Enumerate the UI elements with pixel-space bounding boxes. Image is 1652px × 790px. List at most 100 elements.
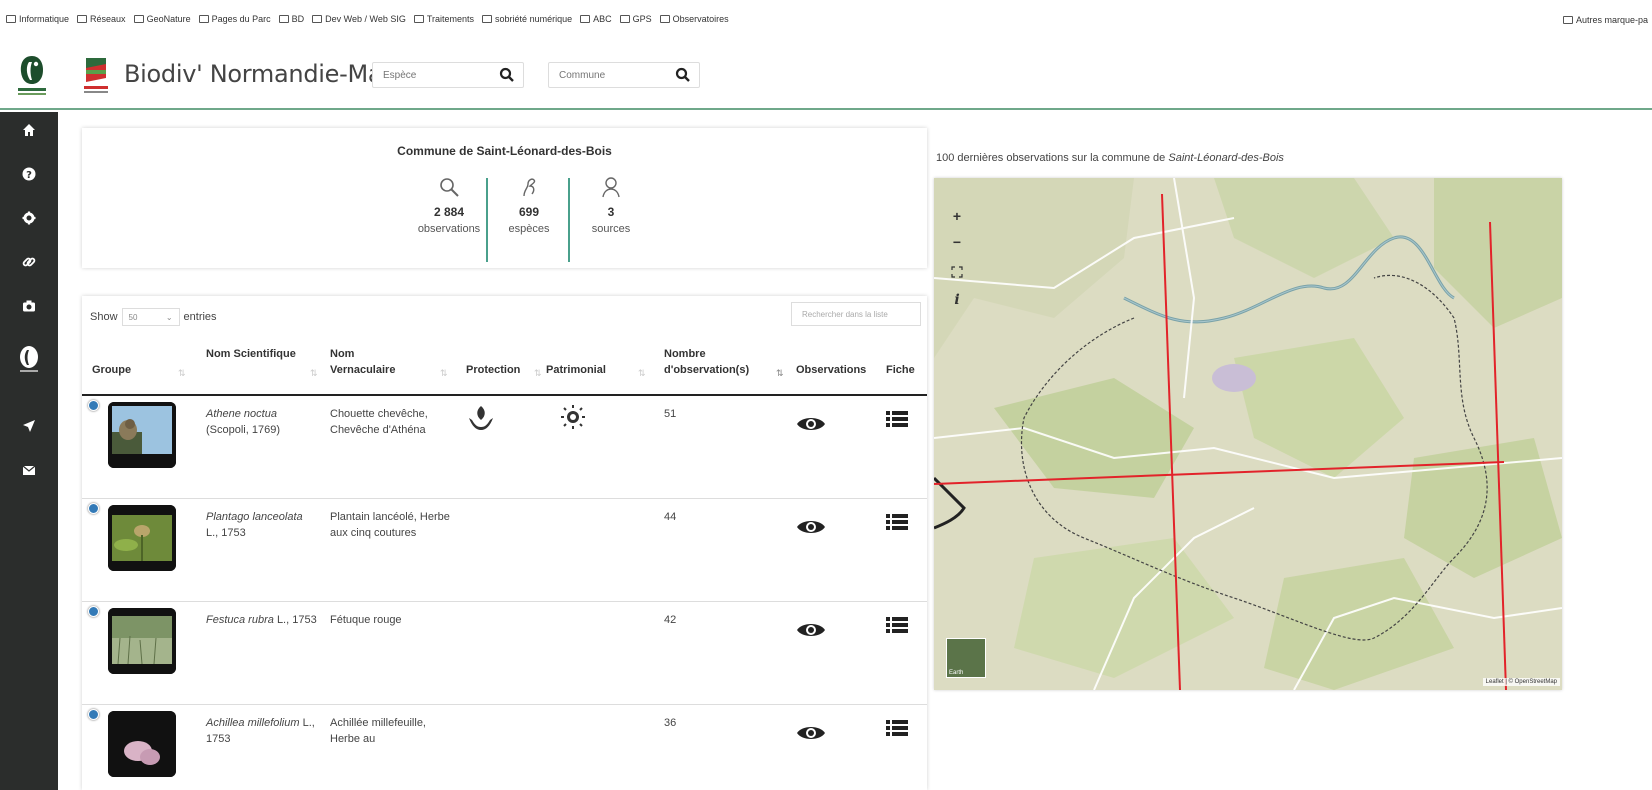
col-header-nom-vernaculaire[interactable]: Nom Vernaculaire [330,346,400,378]
col-header-patrimonial[interactable]: Patrimonial [546,362,606,378]
commune-search-input[interactable] [559,69,659,81]
table-filter-input[interactable]: Rechercher dans la liste [791,302,921,326]
sidebar-send[interactable] [0,408,58,444]
table-row: Athene noctua (Scopoli, 1769) Chouette ch… [82,396,927,499]
species-photo[interactable] [108,505,176,571]
bookmark-observatoires[interactable]: Observatoires [659,14,729,24]
sidebar-settings[interactable] [0,200,58,236]
sort-icon[interactable]: ⇅ [178,368,186,379]
search-icon[interactable] [499,67,515,83]
home-icon [23,124,35,136]
bookmark-other[interactable]: Autres marque-pa [1562,15,1648,25]
expand-row-icon[interactable] [88,709,99,720]
eye-icon[interactable] [796,414,826,434]
list-icon[interactable] [886,616,908,638]
folder-icon [312,15,323,23]
sidebar-contact[interactable] [0,452,58,488]
fullscreen-button[interactable] [944,260,970,284]
species-search-input[interactable] [383,69,483,81]
eye-icon[interactable] [796,723,826,743]
commune-search-field[interactable] [548,62,700,88]
vernacular-name: Chouette chevêche, Chevêche d'Athéna [330,408,428,436]
bookmark-traitements[interactable]: Traitements [413,14,474,24]
info-button[interactable]: i [944,288,970,312]
link-icon [22,257,36,267]
bookmark-gps[interactable]: GPS [619,14,652,24]
sort-icon[interactable]: ⇅ [534,368,542,379]
magnifier-icon [440,178,459,197]
bookmark-abc[interactable]: ABC [580,14,612,24]
sort-icon[interactable]: ⇅ [638,368,646,379]
species-photo[interactable] [108,608,176,674]
user-icon [602,177,620,198]
basemap-toggle-button[interactable]: Earth [946,638,986,678]
scientific-name-text: Athene noctua [206,408,277,420]
sort-icon[interactable]: ⇅ [440,368,448,379]
species-search-field[interactable] [372,62,524,88]
sort-icon[interactable]: ⇅ [310,368,318,379]
list-icon[interactable] [886,410,908,432]
species-photo[interactable] [108,711,176,777]
bookmark-reseaux[interactable]: Réseaux [77,14,126,24]
page-length-select[interactable]: 50 ⌄ [121,308,180,326]
bookmarks-bar: Informatique Réseaux GeoNature Pages du … [0,0,1652,38]
stat-sources: 3 sources [568,176,654,235]
sidebar-photos[interactable] [0,288,58,324]
sidebar-help[interactable]: ? [0,156,58,192]
sidebar-links[interactable] [0,244,58,280]
col-header-nom-scientifique[interactable]: Nom Scientifique [206,346,306,362]
folder-icon [1562,16,1573,24]
map-title: 100 dernières observations sur la commun… [936,152,1284,164]
bookmark-dev-web[interactable]: Dev Web / Web SIG [312,14,406,24]
species-icon [523,178,536,197]
scientific-name-text: Achillea millefolium [206,717,300,729]
col-header-groupe[interactable]: Groupe [92,362,131,378]
folder-icon [659,15,670,23]
camera-icon [23,300,35,312]
fullscreen-icon [951,266,963,278]
geoparc-logo[interactable] [82,52,110,98]
expand-row-icon[interactable] [88,606,99,617]
bookmark-informatique[interactable]: Informatique [6,14,69,24]
observations-count: 2 884 [433,205,465,219]
eye-icon[interactable] [796,517,826,537]
scientific-name-text: Festuca rubra [206,614,274,626]
scientific-name[interactable]: Festuca rubra L., 1753 [206,612,328,628]
eye-icon[interactable] [796,620,826,640]
species-photo[interactable] [108,402,176,468]
list-icon[interactable] [886,513,908,535]
chevron-down-icon: ⌄ [165,312,173,322]
bookmark-bd[interactable]: BD [278,14,304,24]
scientific-name[interactable]: Plantago lanceolata L., 1753 [206,509,328,541]
bookmark-geonature[interactable]: GeoNature [133,14,191,24]
observation-count: 51 [664,408,677,420]
sort-desc-icon[interactable]: ⇅ [776,368,784,379]
scientific-name[interactable]: Achillea millefolium L., 1753 [206,715,328,747]
expand-row-icon[interactable] [88,400,99,411]
list-icon[interactable] [886,719,908,741]
col-header-nombre-observations[interactable]: Nombre d'observation(s) [664,346,774,378]
bookmark-pages-du-parc[interactable]: Pages du Parc [198,14,271,24]
search-icon[interactable] [675,67,691,83]
observations-map[interactable]: + − i Earth Leaflet | © OpenStreetMap [934,178,1562,690]
table-row: Achillea millefolium L., 1753 Achillée m… [82,705,927,790]
bookmark-sobriete[interactable]: sobriété numérique [482,14,572,24]
col-header-protection[interactable]: Protection [466,362,520,378]
zoom-in-button[interactable]: + [944,204,970,228]
parc-logo[interactable] [16,52,48,98]
observation-count: 44 [664,511,677,523]
map-attribution[interactable]: Leaflet | © OpenStreetMap [1482,678,1560,686]
sidebar-home[interactable] [0,112,58,148]
species-table-card: Show 50 ⌄ entries Rechercher dans la list… [82,296,927,790]
sidebar-parc[interactable] [0,338,58,382]
page-length-control: Show 50 ⌄ entries [90,308,217,326]
sources-label: sources [591,223,631,235]
observation-count: 42 [664,614,677,626]
scientific-name[interactable]: Athene noctua (Scopoli, 1769) [206,406,328,438]
svg-text:?: ? [26,170,32,181]
folder-icon [278,15,289,23]
expand-row-icon[interactable] [88,503,99,514]
zoom-out-button[interactable]: − [944,230,970,254]
basemap-label: Earth [949,670,964,676]
observation-count: 36 [664,717,677,729]
